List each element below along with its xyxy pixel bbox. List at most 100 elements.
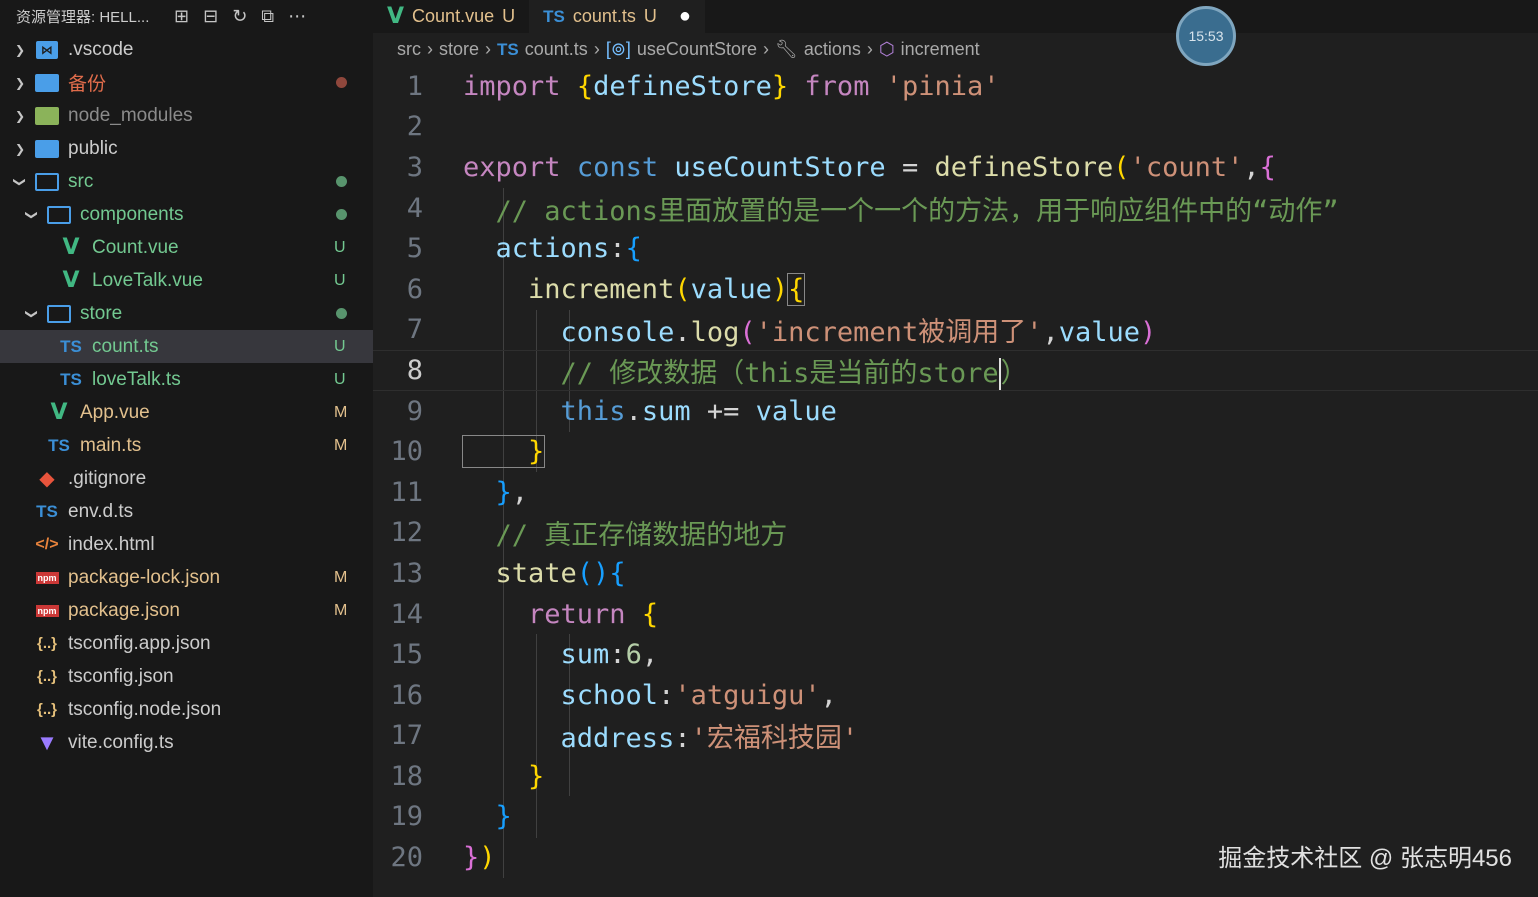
tab-bar: V Count.vue U TS count.ts U ●: [373, 0, 1538, 33]
git-status-badge: M: [334, 568, 348, 586]
vue-file-icon: V: [62, 268, 80, 293]
code-line: 15 sum:6,: [373, 634, 1538, 675]
vscode-folder-icon: ⋈: [34, 39, 60, 61]
folder-open-icon: [34, 171, 60, 193]
new-file-icon[interactable]: ⊞: [174, 6, 189, 27]
tab-count-ts[interactable]: TS count.ts U ●: [529, 0, 705, 33]
file-tree-item[interactable]: ❯ node_modules: [0, 99, 373, 132]
chevron-right-icon: ›: [762, 39, 769, 59]
code-line: 12 // 真正存储数据的地方: [373, 513, 1538, 554]
file-tree-label: .gitignore: [68, 467, 147, 489]
chevron-right-icon[interactable]: ❯: [10, 142, 30, 156]
ts-file-icon: TS: [48, 435, 70, 455]
tab-count-vue[interactable]: V Count.vue U: [373, 0, 529, 33]
file-tree-item[interactable]: ▼ vite.config.ts: [0, 726, 373, 759]
line-number: 17: [390, 720, 423, 752]
chevron-right-icon[interactable]: ❯: [10, 76, 30, 90]
chevron-right-icon[interactable]: ❯: [10, 43, 30, 57]
breadcrumb-item[interactable]: count.ts: [525, 39, 588, 60]
breadcrumb-item[interactable]: useCountStore: [637, 39, 757, 60]
ts-file-icon: TS: [543, 6, 565, 26]
file-tree-item[interactable]: npm package.json M: [0, 594, 373, 627]
vue-file-icon: V: [62, 235, 80, 260]
npm-icon: npm: [35, 571, 59, 584]
refresh-icon[interactable]: ↻: [232, 6, 247, 27]
file-tree-item[interactable]: npm package-lock.json M: [0, 561, 373, 594]
code-editor[interactable]: 1 import {defineStore} from 'pinia' 2 3 ex…: [373, 66, 1538, 878]
file-tree-item[interactable]: {..} tsconfig.node.json: [0, 693, 373, 726]
folder-open-icon: [46, 204, 72, 226]
code-line: 19 }: [373, 797, 1538, 838]
file-tree-label: .vscode: [68, 38, 134, 60]
file-tree-item[interactable]: ❯ store: [0, 297, 373, 330]
explorer-header: 资源管理器: HELL... ⊞ ⊟ ↻ ⧉ ⋯: [0, 0, 373, 33]
file-tree-item[interactable]: {..} tsconfig.json: [0, 660, 373, 693]
line-number: 10: [390, 436, 423, 468]
modified-dot-icon: [336, 176, 347, 187]
ts-file-icon: TS: [60, 336, 82, 356]
line-number: 6: [406, 273, 423, 305]
tab-status: U: [502, 6, 516, 26]
file-tree-item[interactable]: ❯ components: [0, 198, 373, 231]
chevron-right-icon: ›: [485, 39, 492, 59]
line-number: 14: [390, 598, 423, 630]
file-tree-item[interactable]: TS env.d.ts: [0, 495, 373, 528]
tab-label: count.ts: [572, 6, 636, 26]
breadcrumb: src › store › TS count.ts › [⊚] useCount…: [373, 33, 1538, 66]
file-tree-label: tsconfig.json: [68, 665, 174, 687]
file-tree-label: vite.config.ts: [68, 731, 174, 753]
file-tree-item[interactable]: TS main.ts M: [0, 429, 373, 462]
file-tree-item[interactable]: ❯ ⋈ .vscode: [0, 33, 373, 66]
file-tree-label: env.d.ts: [68, 500, 134, 522]
line-number: 12: [390, 517, 423, 549]
git-status-badge: U: [334, 370, 346, 388]
file-tree-label: main.ts: [80, 434, 142, 456]
file-tree-item[interactable]: ❯ public: [0, 132, 373, 165]
folder-icon: [34, 138, 60, 160]
file-tree-item[interactable]: TS count.ts U: [0, 330, 373, 363]
code-line: 9 this.sum += value: [373, 391, 1538, 432]
breadcrumb-item[interactable]: src: [397, 39, 421, 60]
more-actions-icon[interactable]: ⋯: [288, 6, 306, 27]
file-tree-label: Count.vue: [92, 236, 179, 258]
ts-file-icon: TS: [36, 501, 58, 521]
file-tree-label: components: [80, 203, 184, 225]
breadcrumb-item[interactable]: increment: [901, 39, 980, 60]
file-tree-label: tsconfig.node.json: [68, 698, 222, 720]
collapse-all-icon[interactable]: ⧉: [261, 6, 274, 27]
line-number: 9: [406, 395, 423, 427]
code-line: 13 state(){: [373, 553, 1538, 594]
file-tree-item[interactable]: ❯ src: [0, 165, 373, 198]
file-tree-item[interactable]: V LoveTalk.vue U: [0, 264, 373, 297]
chevron-down-icon[interactable]: ❯: [25, 304, 39, 324]
chevron-down-icon[interactable]: ❯: [25, 205, 39, 225]
line-number: 18: [390, 760, 423, 792]
file-tree-item[interactable]: ❯ 备份: [0, 66, 373, 99]
new-folder-icon[interactable]: ⊟: [203, 6, 218, 27]
code-line: 14 return {: [373, 594, 1538, 635]
chevron-right-icon[interactable]: ❯: [10, 109, 30, 123]
code-line: 17 address:'宏福科技园': [373, 716, 1538, 757]
file-tree-item[interactable]: V App.vue M: [0, 396, 373, 429]
file-tree-item[interactable]: </> index.html: [0, 528, 373, 561]
file-tree-label: store: [80, 302, 123, 324]
breadcrumb-item[interactable]: actions: [804, 39, 861, 60]
line-number: 13: [390, 557, 423, 589]
unsaved-dot-icon[interactable]: ●: [679, 5, 691, 28]
modified-dot-icon: [336, 77, 347, 88]
line-number: 7: [406, 314, 423, 346]
wrench-icon: 🔧︎: [774, 39, 798, 59]
chevron-down-icon[interactable]: ❯: [13, 172, 27, 192]
file-tree-item[interactable]: {..} tsconfig.app.json: [0, 627, 373, 660]
line-number: 2: [406, 111, 423, 143]
code-line: 6 increment(value){: [373, 269, 1538, 310]
vue-file-icon: V: [50, 400, 68, 425]
git-status-badge: M: [334, 436, 348, 454]
ts-file-icon: TS: [60, 369, 82, 389]
file-tree-item[interactable]: ◆ .gitignore: [0, 462, 373, 495]
breadcrumb-item[interactable]: store: [439, 39, 479, 60]
file-tree-label: 备份: [68, 74, 107, 95]
file-tree-item[interactable]: V Count.vue U: [0, 231, 373, 264]
file-tree-item[interactable]: TS loveTalk.ts U: [0, 363, 373, 396]
line-number: 8: [406, 354, 423, 386]
